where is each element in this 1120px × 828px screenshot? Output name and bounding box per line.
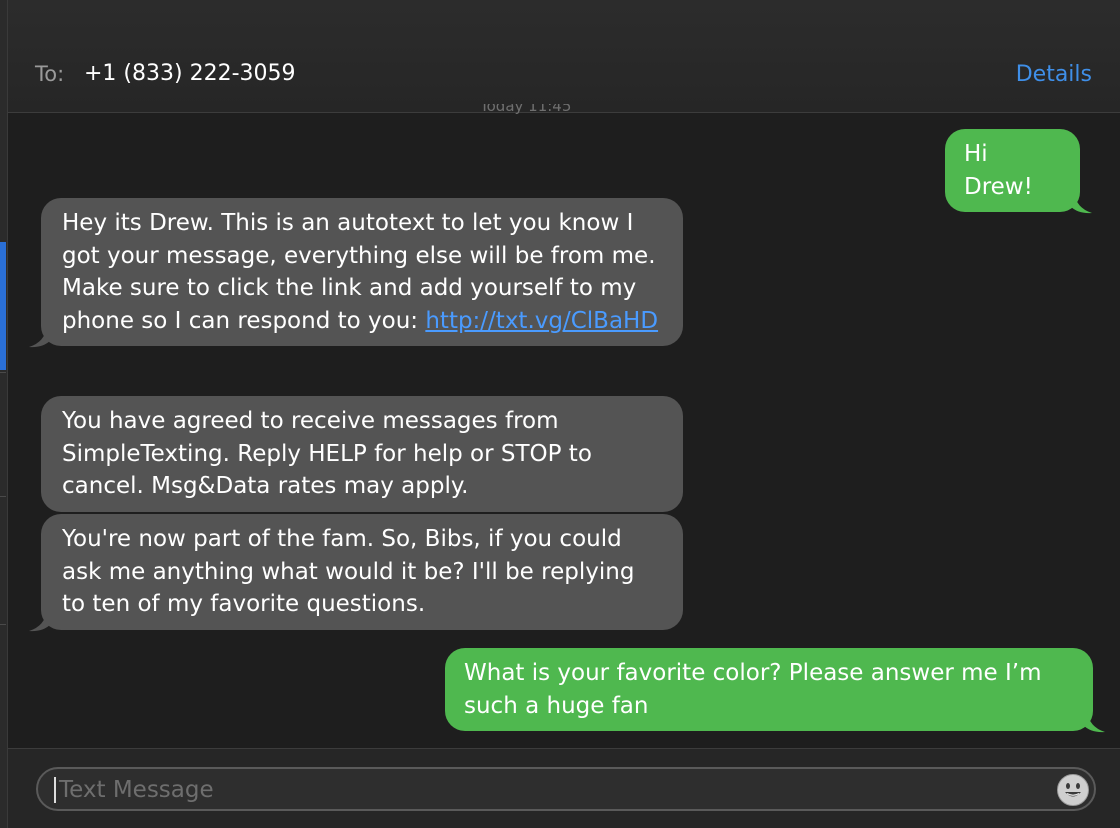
divider xyxy=(0,624,6,625)
incoming-message-bubble[interactable]: You're now part of the fam. So, Bibs, if… xyxy=(29,514,683,631)
messages-window: To: +1 (833) 222-3059 Details Today 11:4… xyxy=(0,0,1120,828)
compose-bar: Text Message xyxy=(8,748,1120,828)
details-button[interactable]: Details xyxy=(1016,62,1092,87)
sidebar-edge xyxy=(0,0,8,828)
to-label: To: xyxy=(35,62,65,86)
bubble-tail-icon xyxy=(29,609,51,631)
recipient-field[interactable]: +1 (833) 222-3059 xyxy=(84,61,296,86)
divider xyxy=(0,372,6,373)
selected-conversation-indicator xyxy=(0,242,6,370)
divider xyxy=(0,496,6,497)
incoming-message-bubble[interactable]: Hey its Drew. This is an autotext to let… xyxy=(29,198,683,348)
incoming-message-bubble[interactable]: You have agreed to receive messages from… xyxy=(41,396,683,512)
bubble-tail-icon xyxy=(1083,711,1105,733)
outgoing-message-bubble[interactable]: What is your favorite color? Please answ… xyxy=(445,648,1105,733)
message-list[interactable]: Hi Drew! Hey its Drew. This is an autote… xyxy=(8,113,1120,748)
message-text: What is your favorite color? Please answ… xyxy=(464,660,1042,719)
outgoing-message-bubble[interactable]: Hi Drew! xyxy=(945,129,1092,214)
message-input[interactable]: Text Message xyxy=(36,767,1096,811)
bubble-tail-icon xyxy=(1070,192,1092,214)
message-input-placeholder: Text Message xyxy=(59,777,214,803)
message-text: Hi Drew! xyxy=(964,141,1033,200)
bubble-tail-icon xyxy=(29,326,51,348)
conversation-header: To: +1 (833) 222-3059 Details xyxy=(8,0,1120,113)
message-link[interactable]: http://txt.vg/ClBaHD xyxy=(425,308,658,334)
message-text: You have agreed to receive messages from… xyxy=(62,408,592,499)
smiley-face-icon[interactable] xyxy=(1056,773,1090,807)
message-text: You're now part of the fam. So, Bibs, if… xyxy=(62,526,635,617)
text-caret xyxy=(54,777,56,803)
